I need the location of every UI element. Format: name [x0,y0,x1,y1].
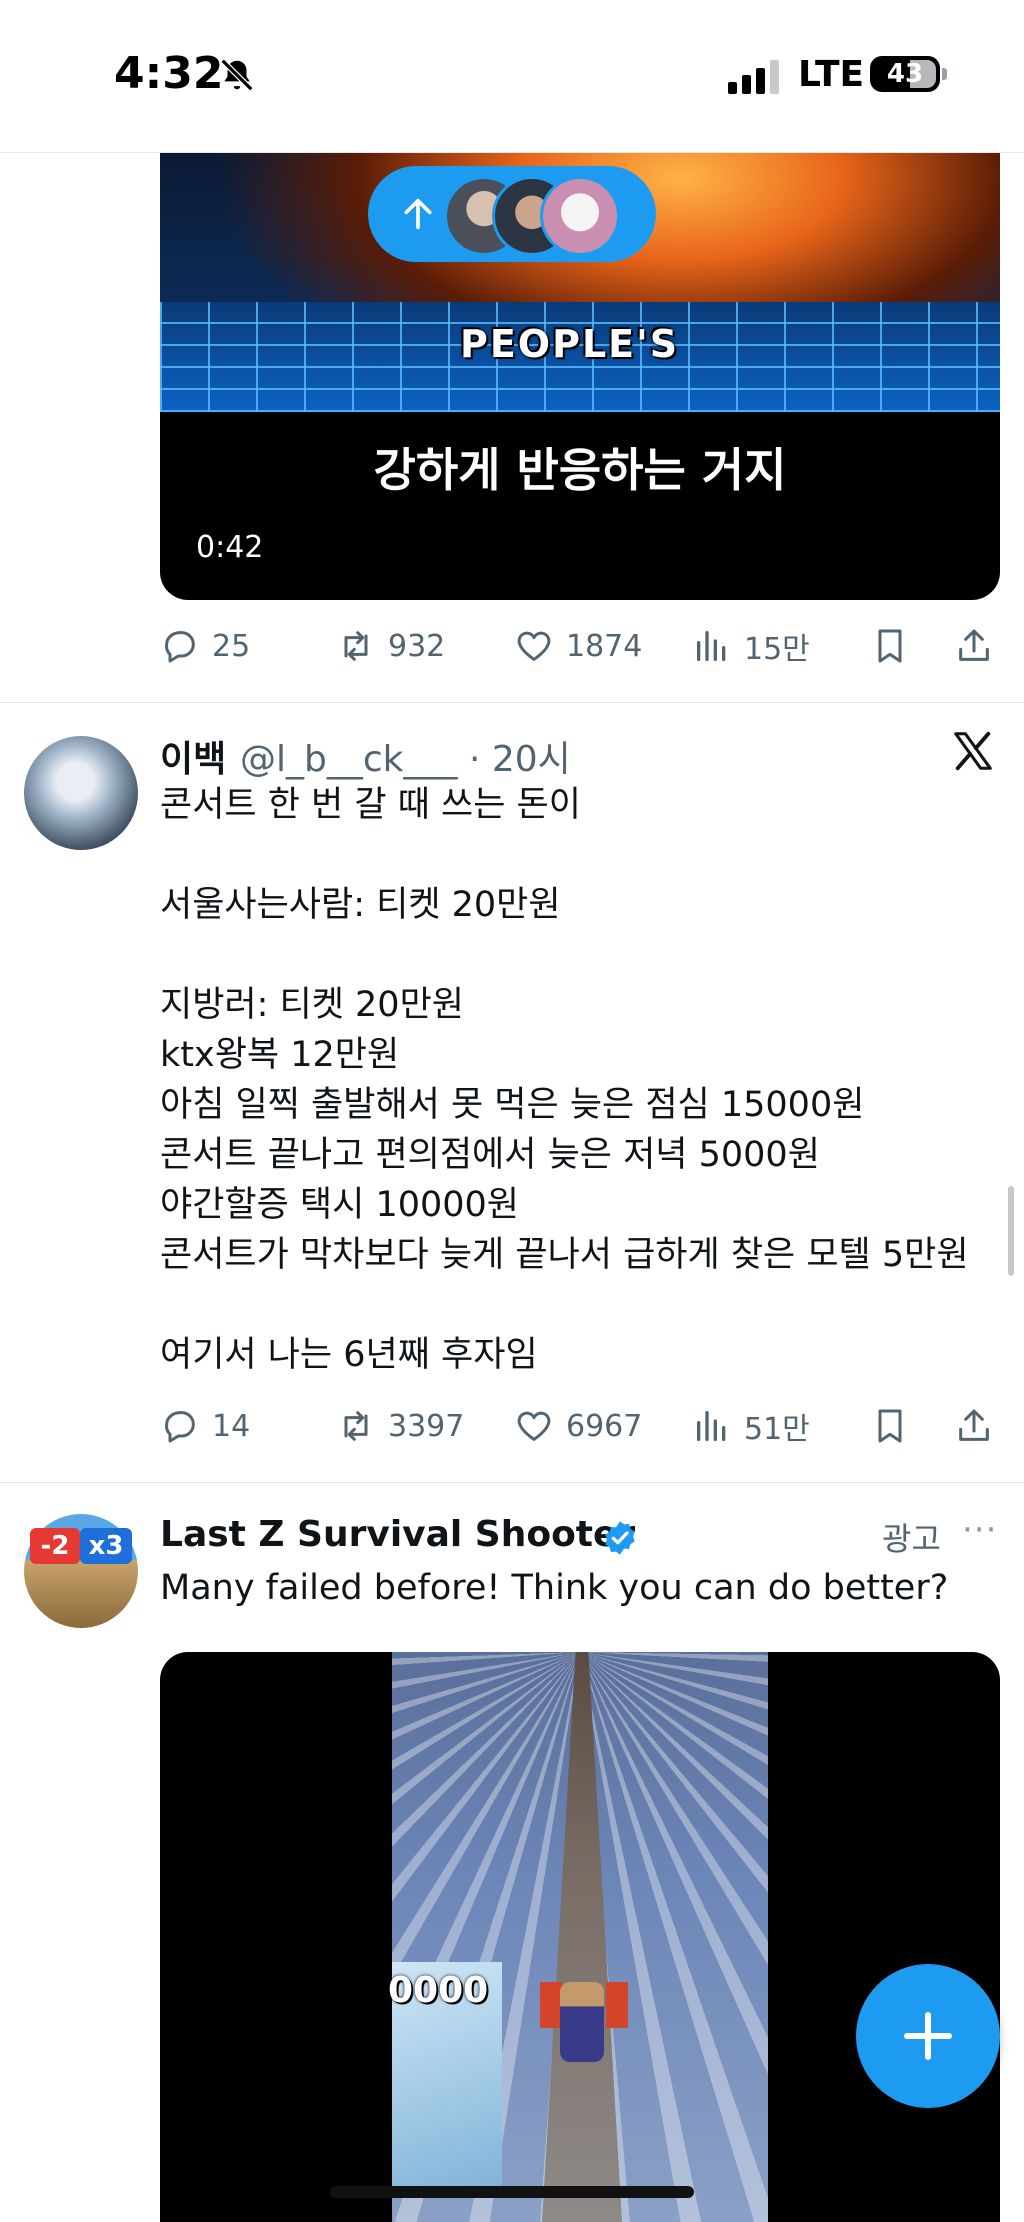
x-logo-icon [954,731,992,771]
repost-icon [344,631,368,661]
arrow-up-icon [404,198,432,230]
video-flag [540,1982,562,2028]
home-indicator[interactable] [330,2186,694,2198]
bookmark-button[interactable] [870,1396,922,1456]
repost-button[interactable]: 932 [336,616,445,676]
bookmark-icon [878,629,902,663]
share-button[interactable] [954,616,1006,676]
video-caption: 강하게 반응하는 거지 [373,443,787,497]
reply-button[interactable]: 25 [160,616,250,676]
views-count: 15만 [744,632,810,667]
video-duration: 0:42 [196,530,264,565]
divider [0,1482,1024,1483]
bookmark-icon [878,1409,902,1443]
reply-count: 14 [212,1408,251,1444]
compose-button[interactable] [856,1964,1000,2108]
bell-muted-icon [220,58,254,92]
battery-cap [942,68,947,80]
author-handle[interactable]: @l_b__ck___ · 20시 [240,730,571,782]
like-button[interactable]: 1874 [514,616,642,676]
video-flag [606,1982,628,2028]
divider [0,702,1024,703]
heart-icon [517,1411,551,1441]
like-button[interactable]: 6967 [514,1396,642,1456]
repost-button[interactable]: 3397 [336,1396,464,1456]
share-button[interactable] [954,1396,1006,1456]
status-time: 4:32 [114,48,224,99]
scrollbar[interactable] [1008,1186,1014,1276]
ad-video-player[interactable]: 0000 [160,1652,1000,2222]
video-score: 0000 [388,1970,489,2011]
reply-icon [165,631,195,663]
views-count: 51만 [744,1412,810,1447]
verified-badge-icon [605,1521,635,1555]
video-road [542,1652,622,2222]
reply-button[interactable]: 14 [160,1396,250,1456]
avatar-badge: -2 [30,1528,80,1564]
repost-icon [344,1411,368,1441]
repost-count: 932 [388,628,446,664]
plus-icon [903,2011,953,2061]
tweet-actions: 14 3397 6967 51만 [160,1396,1000,1456]
author-name[interactable]: Last Z Survival Shooter [160,1514,635,1555]
network-label: LTE [798,54,865,95]
repost-count: 3397 [388,1408,465,1444]
more-options-icon[interactable]: ··· [962,1510,997,1550]
signal-icon [728,60,779,94]
bookmark-button[interactable] [870,616,922,676]
views-button[interactable]: 15만 [692,616,810,676]
views-icon [697,1411,726,1441]
video-frame: 0000 [388,1652,768,2222]
share-icon [959,1409,989,1441]
heart-icon [517,631,551,661]
avatar[interactable] [24,736,138,850]
tweet-actions: 25 932 1874 15만 [160,616,1000,676]
reply-icon [165,1411,195,1443]
views-button[interactable]: 51만 [692,1396,810,1456]
reply-count: 25 [212,628,251,664]
video-overlay-text: PEOPLE'S [460,322,680,366]
author-name[interactable]: 이백 [160,730,226,782]
share-icon [959,629,989,661]
like-count: 6967 [566,1408,643,1444]
tweet-text: 콘서트 한 번 갈 때 쓰는 돈이 서울사는사람: 티켓 20만원 지방러: 티… [160,785,969,1375]
video-character [560,1982,604,2062]
like-count: 1874 [566,628,643,664]
battery-level: 43 [886,59,924,89]
avatar [540,176,620,256]
views-icon [697,631,726,661]
avatar-badge: x3 [80,1528,132,1564]
ad-label: 광고 [882,1520,941,1558]
tweet-text: Many failed before! Think you can do bet… [160,1568,949,1608]
